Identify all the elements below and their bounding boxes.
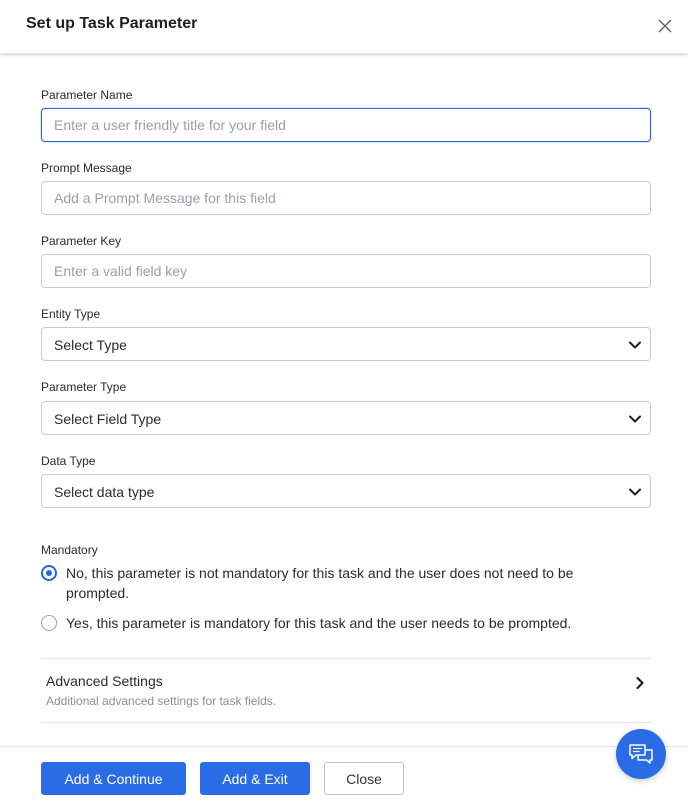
dialog-body: Parameter Name Prompt Message Parameter … — [0, 54, 688, 746]
close-button[interactable]: Close — [324, 762, 404, 795]
chevron-right-icon — [636, 676, 644, 690]
advanced-settings-subtitle: Additional advanced settings for task fi… — [46, 694, 277, 708]
chat-icon — [629, 744, 653, 764]
parameter-name-label: Parameter Name — [41, 88, 133, 102]
parameter-name-input[interactable] — [41, 108, 651, 142]
prompt-message-input[interactable] — [41, 181, 651, 215]
chevron-down-icon — [629, 415, 641, 423]
mandatory-option-yes-label: Yes, this parameter is mandatory for thi… — [66, 615, 572, 631]
parameter-key-input[interactable] — [41, 254, 651, 288]
dialog-title: Set up Task Parameter — [26, 15, 198, 32]
parameter-type-select[interactable]: Select Field Type — [41, 401, 651, 435]
divider — [41, 722, 651, 723]
advanced-settings-row[interactable]: Advanced Settings Additional advanced se… — [41, 659, 651, 722]
mandatory-option-no[interactable]: No, this parameter is not mandatory for … — [41, 563, 641, 605]
parameter-key-label: Parameter Key — [41, 234, 122, 248]
dialog-footer: Add & Continue Add & Exit Close — [0, 746, 688, 804]
data-type-label: Data Type — [41, 454, 96, 468]
mandatory-label: Mandatory — [41, 543, 98, 557]
chat-support-button[interactable] — [616, 729, 666, 779]
chevron-down-icon — [629, 488, 641, 496]
entity-type-select[interactable]: Select Type — [41, 327, 651, 361]
close-icon[interactable] — [654, 15, 676, 37]
data-type-select[interactable]: Select data type — [41, 474, 651, 508]
prompt-message-label: Prompt Message — [41, 161, 132, 175]
parameter-type-label: Parameter Type — [41, 380, 127, 394]
entity-type-label: Entity Type — [41, 307, 101, 321]
data-type-value: Select data type — [54, 484, 155, 500]
dialog-header: Set up Task Parameter — [0, 0, 688, 54]
radio-checked[interactable] — [41, 565, 57, 581]
parameter-type-value: Select Field Type — [54, 411, 162, 427]
mandatory-option-no-label: No, this parameter is not mandatory for … — [66, 565, 574, 601]
add-continue-button[interactable]: Add & Continue — [41, 762, 186, 795]
add-exit-button[interactable]: Add & Exit — [200, 762, 310, 795]
entity-type-value: Select Type — [54, 337, 127, 353]
chevron-down-icon — [629, 341, 641, 349]
radio-unchecked[interactable] — [41, 615, 57, 631]
advanced-settings-title: Advanced Settings — [46, 673, 163, 689]
mandatory-option-yes[interactable]: Yes, this parameter is mandatory for thi… — [41, 613, 641, 635]
